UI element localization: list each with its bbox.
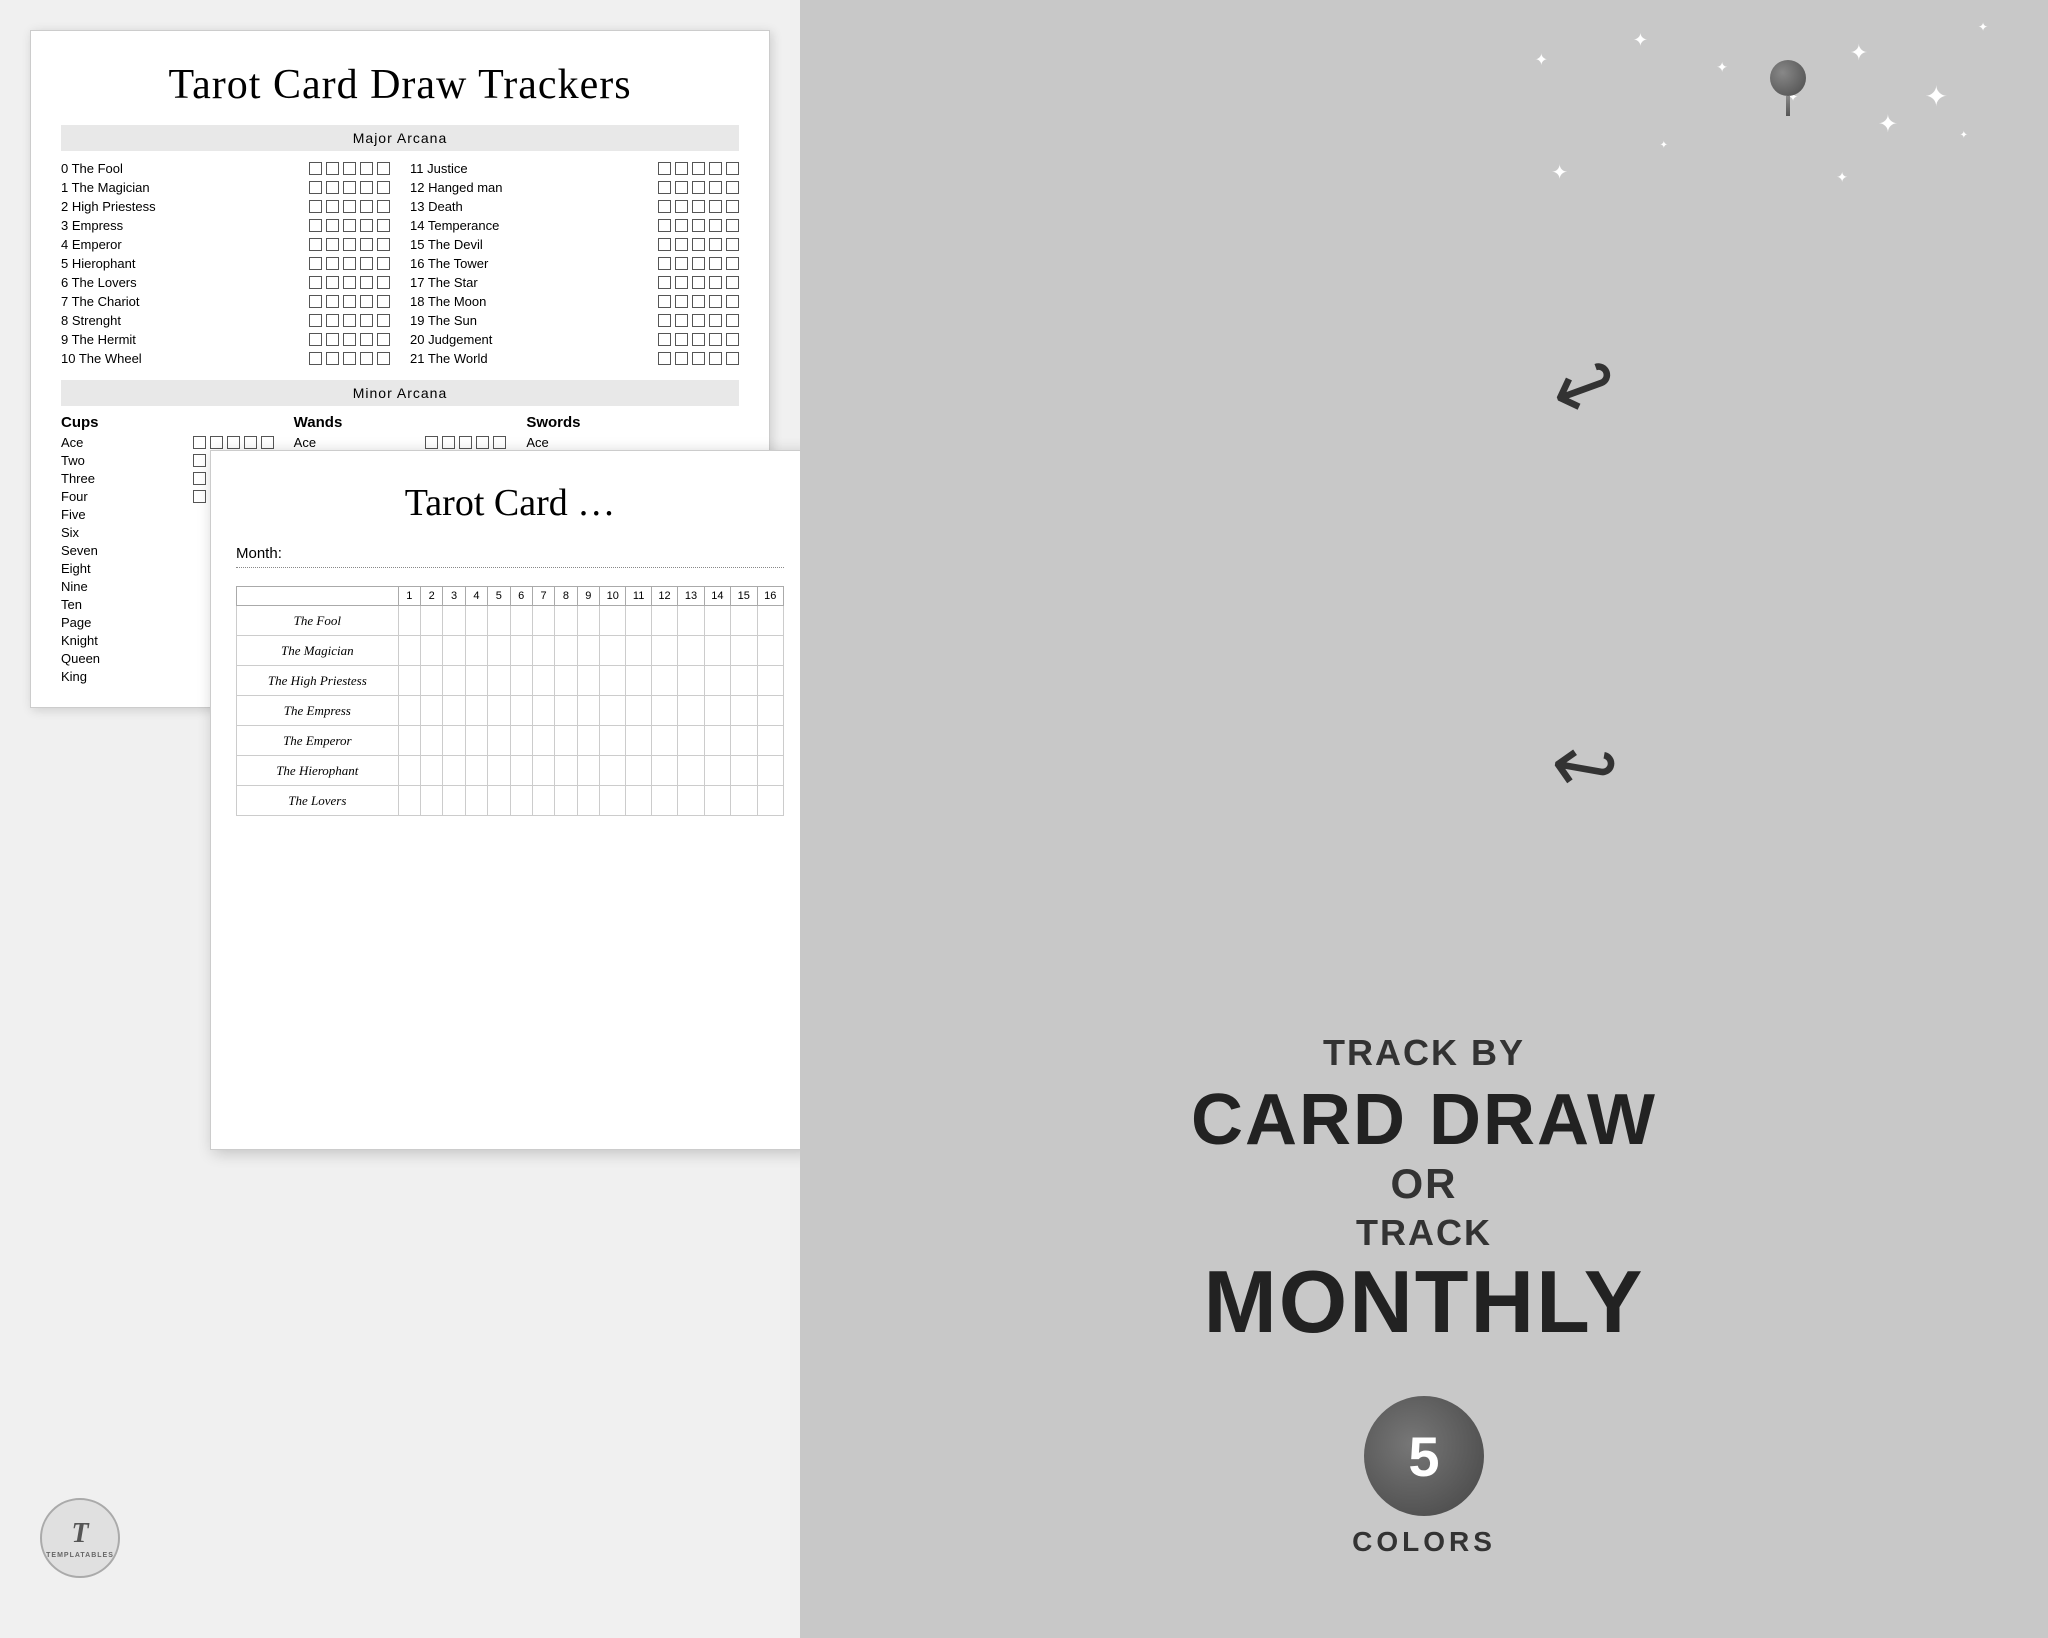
star-decoration: ✦ xyxy=(1535,50,1548,70)
tracker-table: 1 2 3 4 5 6 7 8 9 10 11 12 13 14 xyxy=(236,586,784,816)
arrow-monthly: ↪ xyxy=(1543,715,1625,819)
tracker-row: The Emperor xyxy=(237,726,784,756)
track-by-label: TRACK BY xyxy=(860,1032,1988,1074)
arcana-item: 15 The Devil xyxy=(410,237,739,252)
arcana-item: 18 The Moon xyxy=(410,294,739,309)
card-draw-label: CARD DRAW xyxy=(860,1084,1988,1156)
pin-head xyxy=(1770,60,1806,96)
pushpin xyxy=(1768,60,1808,115)
cups-title: Cups xyxy=(61,414,274,431)
star-decoration: ✦ xyxy=(1925,80,1948,114)
minor-item: Ace xyxy=(61,435,274,450)
arcana-item: 16 The Tower xyxy=(410,256,739,271)
star-decoration: ✦ xyxy=(1978,20,1988,35)
major-arcana-grid: 0 The Fool 1 The Magician xyxy=(61,161,739,370)
arcana-item: 14 Temperance xyxy=(410,218,739,233)
track-label: TRACK xyxy=(860,1212,1988,1254)
month-line: Month: xyxy=(236,545,784,568)
wands-title: Wands xyxy=(294,414,507,431)
tracker-grid: 1 2 3 4 5 6 7 8 9 10 11 12 13 14 xyxy=(236,586,784,816)
arcana-item: 5 Hierophant xyxy=(61,256,390,271)
arcana-item: 10 The Wheel xyxy=(61,351,390,366)
tracker-row: The Lovers xyxy=(237,786,784,816)
major-arcana-header: Major Arcana xyxy=(61,125,739,151)
or-label: OR xyxy=(860,1160,1988,1208)
minor-arcana-header: Minor Arcana xyxy=(61,380,739,406)
minor-item: Ace xyxy=(526,435,739,450)
tracker-row: The Hierophant xyxy=(237,756,784,786)
arcana-item: 11 Justice xyxy=(410,161,739,176)
minor-item: Ace xyxy=(294,435,507,450)
major-arcana-right-col: 11 Justice 12 Hanged man xyxy=(410,161,739,370)
arcana-item: 17 The Star xyxy=(410,275,739,290)
colors-circle: 5 xyxy=(1364,1396,1484,1516)
arcana-item: 13 Death xyxy=(410,199,739,214)
logo-text: TEMPLATABLES xyxy=(46,1552,114,1559)
swords-title: Swords xyxy=(526,414,739,431)
right-panel: ✦ ✦ ✦ ✦ ✦ ✦ ✦ ✦ ✦ ✦ ✦ ✦ ↪ ↪ TRACK BY CAR… xyxy=(800,0,2048,1638)
tracker-row: The Fool xyxy=(237,606,784,636)
arcana-item: 20 Judgement xyxy=(410,332,739,347)
star-decoration: ✦ xyxy=(1960,130,1968,141)
arcana-item: 3 Empress xyxy=(61,218,390,233)
arcana-item: 6 The Lovers xyxy=(61,275,390,290)
arcana-item: 4 Emperor xyxy=(61,237,390,252)
pin-needle xyxy=(1786,96,1790,116)
arcana-item: 19 The Sun xyxy=(410,313,739,328)
star-decoration: ✦ xyxy=(1850,40,1868,66)
colors-section: 5 COLORS xyxy=(860,1396,1988,1558)
arcana-item: 12 Hanged man xyxy=(410,180,739,195)
tracker-row: The Empress xyxy=(237,696,784,726)
logo-letter: T xyxy=(71,1518,88,1550)
logo: T TEMPLATABLES xyxy=(40,1498,120,1578)
arcana-item: 9 The Hermit xyxy=(61,332,390,347)
doc-bottom: Tarot Card … Month: 1 2 3 4 5 6 7 8 xyxy=(210,450,800,1150)
star-decoration: ✦ xyxy=(1836,170,1848,187)
doc-top-title: Tarot Card Draw Trackers xyxy=(61,61,739,109)
major-arcana-left-col: 0 The Fool 1 The Magician xyxy=(61,161,390,370)
star-decoration: ✦ xyxy=(1633,30,1648,51)
arcana-item: 7 The Chariot xyxy=(61,294,390,309)
star-decoration: ✦ xyxy=(1878,110,1898,139)
star-decoration: ✦ xyxy=(1660,140,1668,151)
monthly-label: MONTHLY xyxy=(860,1258,1988,1346)
arcana-item: 8 Strenght xyxy=(61,313,390,328)
tracker-row: The High Priestess xyxy=(237,666,784,696)
arcana-item: 1 The Magician xyxy=(61,180,390,195)
star-decoration: ✦ xyxy=(1551,160,1568,185)
arrow-card-draw: ↪ xyxy=(1537,331,1632,442)
colors-number: 5 xyxy=(1408,1424,1439,1489)
tracker-row: The Magician xyxy=(237,636,784,666)
arcana-item: 0 The Fool xyxy=(61,161,390,176)
arcana-item: 2 High Priestess xyxy=(61,199,390,214)
right-text-content: TRACK BY CARD DRAW OR TRACK MONTHLY 5 CO… xyxy=(860,1032,1988,1558)
arcana-item: 21 The World xyxy=(410,351,739,366)
colors-text: COLORS xyxy=(1352,1526,1496,1558)
star-decoration: ✦ xyxy=(1716,60,1728,77)
left-panel: Tarot Card Draw Trackers Major Arcana 0 … xyxy=(0,0,800,1638)
doc-bottom-title: Tarot Card … xyxy=(236,481,784,525)
